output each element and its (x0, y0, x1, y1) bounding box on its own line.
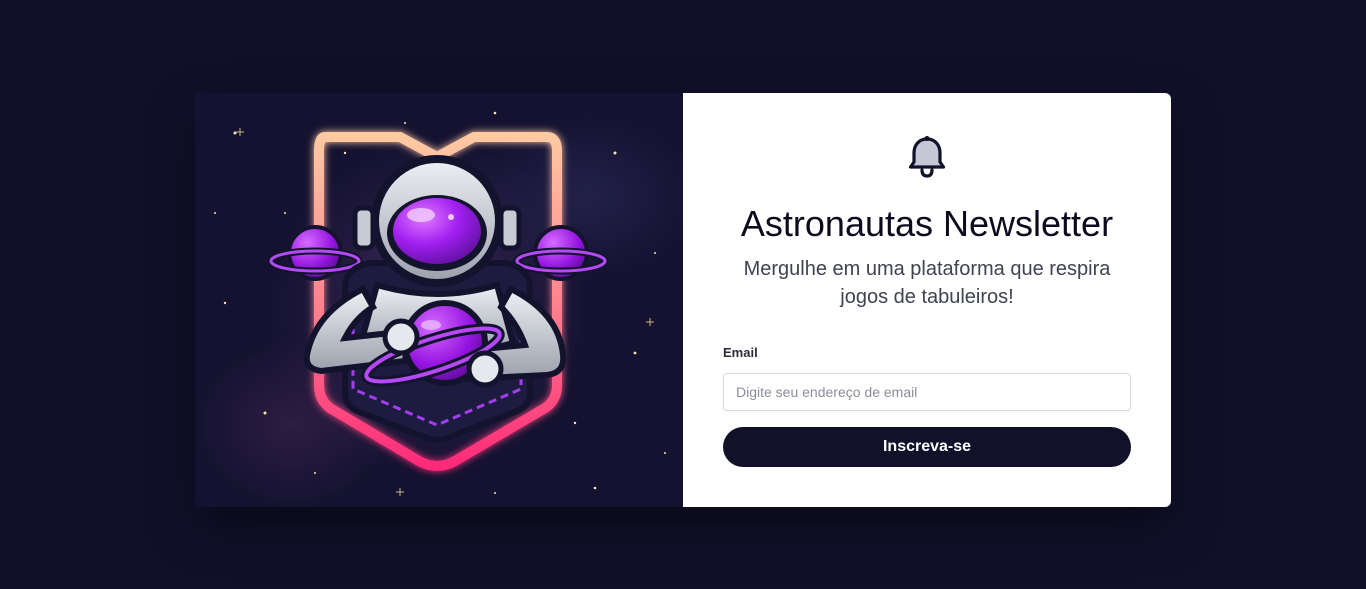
email-label: Email (723, 345, 758, 360)
newsletter-title: Astronautas Newsletter (740, 203, 1114, 244)
email-field[interactable] (723, 373, 1131, 411)
right-planet (513, 225, 609, 281)
hero-image (195, 93, 683, 507)
newsletter-subtitle: Mergulhe em uma plataforma que respira j… (743, 258, 1111, 308)
bell-icon (908, 136, 946, 178)
left-planet (267, 225, 363, 281)
subscribe-button[interactable]: Inscreva-se (723, 427, 1131, 467)
newsletter-card: Astronautas Newsletter Mergulhe em uma p… (195, 93, 1171, 507)
newsletter-panel: Astronautas Newsletter Mergulhe em uma p… (683, 93, 1171, 507)
astronaut-logo (214, 111, 666, 496)
